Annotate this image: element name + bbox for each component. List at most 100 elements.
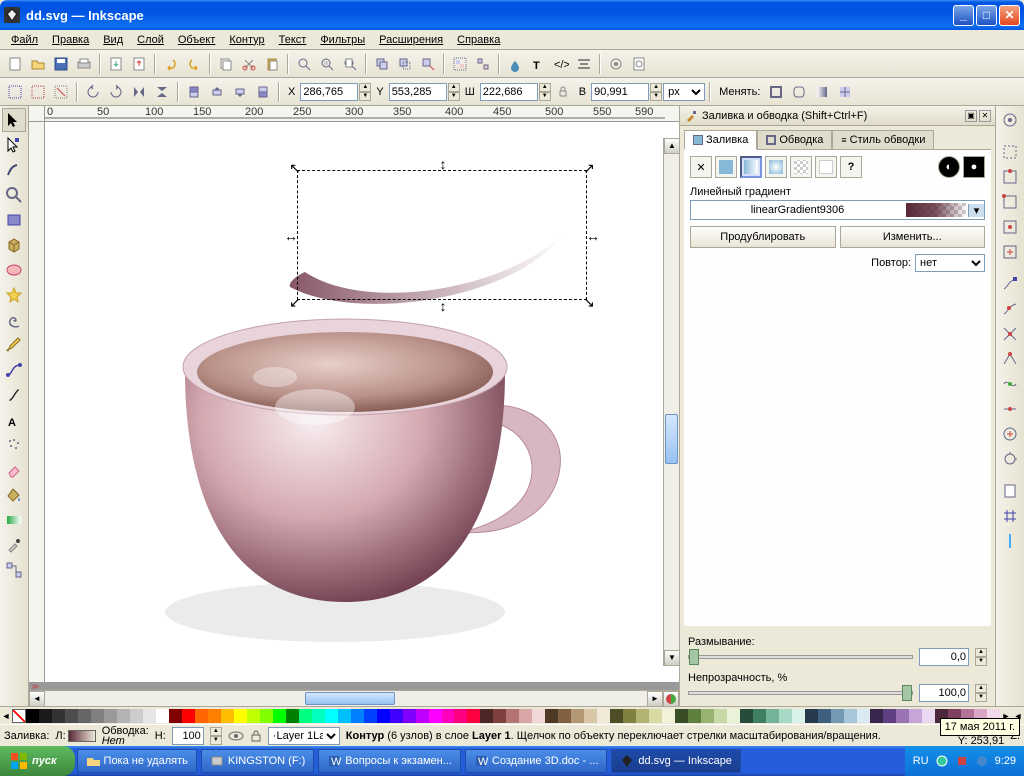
fill-pattern-button[interactable] [790, 156, 812, 178]
prefs-button[interactable] [605, 53, 627, 75]
deselect-button[interactable] [50, 81, 72, 103]
text-tool[interactable]: A [2, 408, 26, 432]
menu-text[interactable]: Текст [272, 32, 314, 48]
palette-swatches[interactable] [26, 709, 1000, 723]
y-spinner[interactable]: ▲▼ [448, 83, 460, 101]
snap-intersection[interactable] [998, 322, 1022, 346]
layer-visibility-icon[interactable] [228, 730, 244, 742]
palette-prev[interactable]: ◄ [0, 711, 12, 721]
panel-close-button[interactable]: ✕ [979, 110, 991, 122]
layer-lock-icon[interactable] [250, 729, 262, 743]
node-tool[interactable] [2, 133, 26, 157]
snap-smooth[interactable] [998, 372, 1022, 396]
snap-grid[interactable] [998, 504, 1022, 528]
scrollbar-horizontal[interactable]: ◄ ► [29, 690, 679, 706]
tweak-tool[interactable] [2, 158, 26, 182]
snap-rotation[interactable] [998, 447, 1022, 471]
flip-v-button[interactable] [151, 81, 173, 103]
snap-bbox-center[interactable] [998, 240, 1022, 264]
undo-button[interactable] [160, 53, 182, 75]
raise-top-button[interactable] [183, 81, 205, 103]
pencil-tool[interactable] [2, 333, 26, 357]
menu-filters[interactable]: Фильтры [313, 32, 372, 48]
select-all-layers-button[interactable] [4, 81, 26, 103]
h-spinner[interactable]: ▲▼ [650, 83, 662, 101]
menu-layer[interactable]: Слой [130, 32, 171, 48]
task-item-5[interactable]: dd.svg — Inkscape [611, 749, 741, 773]
status-opacity-spinner[interactable]: ▲▼ [210, 727, 222, 745]
snap-node[interactable] [998, 272, 1022, 296]
fill-radial-button[interactable] [765, 156, 787, 178]
repeat-select[interactable]: нет [915, 254, 985, 272]
zoom-drawing-button[interactable] [316, 53, 338, 75]
redo-button[interactable] [183, 53, 205, 75]
snap-cusp[interactable] [998, 347, 1022, 371]
edit-gradient-button[interactable]: Изменить... [840, 226, 986, 248]
select-all-button[interactable] [27, 81, 49, 103]
fill-stroke-button[interactable] [504, 53, 526, 75]
spray-tool[interactable] [2, 433, 26, 457]
snap-bbox-midpoint[interactable] [998, 215, 1022, 239]
rect-tool[interactable] [2, 208, 26, 232]
menu-file[interactable]: Файл [4, 32, 45, 48]
connector-tool[interactable] [2, 558, 26, 582]
color-manage-icon[interactable] [663, 691, 679, 707]
zoom-tool[interactable] [2, 183, 26, 207]
selector-tool[interactable] [2, 108, 26, 132]
tab-fill[interactable]: Заливка [684, 130, 757, 150]
unlink-clone-button[interactable] [417, 53, 439, 75]
opacity-spinner[interactable]: ▲▼ [975, 684, 987, 702]
ungroup-button[interactable] [472, 53, 494, 75]
h-input[interactable] [591, 83, 649, 101]
close-button[interactable]: ✕ [999, 5, 1020, 26]
menu-path[interactable]: Контур [222, 32, 271, 48]
cut-button[interactable] [238, 53, 260, 75]
tray-icon-2[interactable] [955, 754, 969, 768]
open-button[interactable] [27, 53, 49, 75]
box3d-tool[interactable] [2, 233, 26, 257]
x-spinner[interactable]: ▲▼ [359, 83, 371, 101]
snap-center[interactable] [998, 422, 1022, 446]
raise-button[interactable] [206, 81, 228, 103]
tray-lang[interactable]: RU [913, 755, 929, 767]
new-button[interactable] [4, 53, 26, 75]
text-button[interactable]: T [527, 53, 549, 75]
status-fill-swatch[interactable] [68, 730, 96, 742]
task-item-2[interactable]: KINGSTON (F:) [201, 749, 314, 773]
tray-time[interactable]: 9:29 [995, 755, 1016, 767]
xml-button[interactable]: </> [550, 53, 572, 75]
copy-button[interactable] [215, 53, 237, 75]
tab-stroke-paint[interactable]: Обводка [757, 130, 832, 149]
snap-path[interactable] [998, 297, 1022, 321]
menu-edit[interactable]: Правка [45, 32, 96, 48]
gradient-tool[interactable] [2, 508, 26, 532]
w-spinner[interactable]: ▲▼ [539, 83, 551, 101]
canvas[interactable]: ↖ ↕ ↗ ↔ ↔ ↙ ↕ ↘ ▲ ▼ [45, 122, 679, 682]
affect-corners-button[interactable] [788, 81, 810, 103]
menu-extensions[interactable]: Расширения [372, 32, 450, 48]
unit-select[interactable]: px [663, 83, 705, 101]
maximize-button[interactable]: □ [976, 5, 997, 26]
menu-object[interactable]: Объект [171, 32, 222, 48]
w-input[interactable] [480, 83, 538, 101]
fill-tool[interactable] [2, 483, 26, 507]
paste-button[interactable] [261, 53, 283, 75]
rotate-ccw-button[interactable] [82, 81, 104, 103]
affect-gradient-button[interactable] [811, 81, 833, 103]
opacity-slider[interactable] [688, 691, 913, 695]
status-opacity-input[interactable] [172, 727, 204, 745]
eraser-tool[interactable] [2, 458, 26, 482]
duplicate-button[interactable] [371, 53, 393, 75]
doc-prefs-button[interactable] [628, 53, 650, 75]
minimize-button[interactable]: _ [953, 5, 974, 26]
fill-nonzero-button[interactable]: ● [963, 156, 985, 178]
snap-guide[interactable] [998, 529, 1022, 553]
fill-swatch-button[interactable] [815, 156, 837, 178]
snap-bbox[interactable] [998, 140, 1022, 164]
fill-flat-button[interactable] [715, 156, 737, 178]
layer-select[interactable]: ·Layer 1Layer 1 [268, 727, 340, 745]
star-tool[interactable] [2, 283, 26, 307]
task-item-4[interactable]: WСоздание 3D.doc - ... [465, 749, 607, 773]
snap-toggle[interactable] [998, 108, 1022, 132]
menu-help[interactable]: Справка [450, 32, 507, 48]
